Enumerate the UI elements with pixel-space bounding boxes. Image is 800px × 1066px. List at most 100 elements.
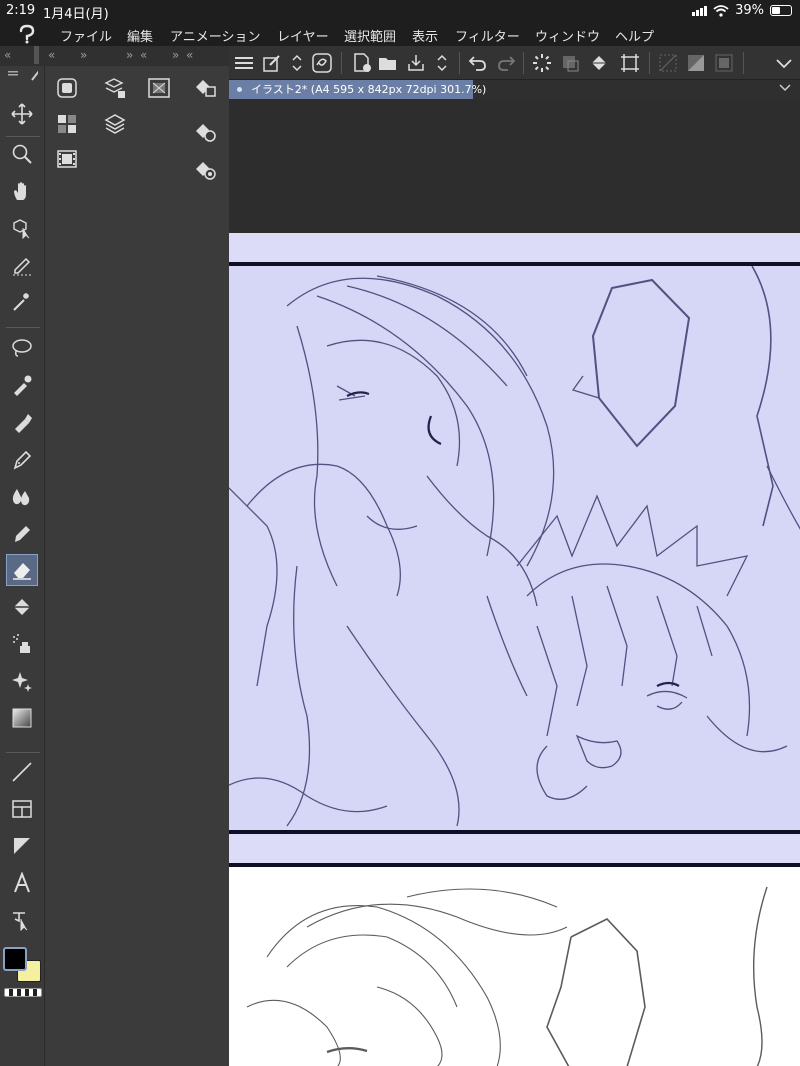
gradient-icon[interactable] [6, 702, 38, 734]
loading-spinner-icon[interactable] [531, 52, 553, 74]
sketch-artwork-lower [246, 886, 768, 1066]
new-file-icon[interactable] [351, 52, 373, 74]
chevron-updown-icon[interactable] [431, 52, 453, 74]
palette-header: « « » » « » « [0, 46, 229, 66]
layer-icon[interactable] [55, 76, 79, 100]
ruler-icon[interactable] [6, 830, 38, 862]
document-tab[interactable]: イラスト2* (A4 595 x 842px 72dpi 301.7%) [229, 80, 486, 99]
menu-window[interactable]: ウィンドウ [535, 26, 600, 45]
collapse-left-icon[interactable]: « [4, 48, 11, 62]
tool-palette-menu-icon[interactable] [6, 66, 38, 84]
eyedropper-icon[interactable] [6, 369, 38, 401]
battery-icon [770, 5, 792, 16]
edit-layer-icon[interactable] [261, 52, 283, 74]
tool-separator [6, 327, 40, 328]
app-logo-icon[interactable] [16, 23, 38, 45]
chevron-updown-icon[interactable] [286, 52, 308, 74]
sub-tool-palette [45, 66, 229, 1066]
layer-target-icon[interactable] [193, 158, 217, 182]
sketch-artwork [229, 266, 800, 827]
menu-bar: ファイル 編集 アニメーション レイヤー 選択範囲 表示 フィルター ウィンドウ… [0, 22, 800, 46]
expand-icon[interactable]: » [80, 48, 87, 62]
status-date: 1月4日(月) [43, 7, 109, 22]
tool-separator [6, 136, 40, 137]
hand-icon[interactable] [6, 175, 38, 207]
pen-icon[interactable] [6, 443, 38, 475]
layers-stack-icon[interactable] [103, 112, 127, 136]
transparent-color-swatch[interactable] [4, 988, 42, 997]
animation-film-icon[interactable] [55, 147, 79, 171]
toolbar-separator [341, 52, 342, 74]
expand-icon[interactable]: » [126, 48, 133, 62]
signal-icon [692, 5, 708, 16]
menu-help[interactable]: ヘルプ [615, 26, 654, 45]
tone-icon[interactable] [147, 76, 171, 100]
tool-separator [6, 752, 40, 753]
frame-border-icon[interactable] [6, 793, 38, 825]
unsaved-dot-icon [237, 87, 242, 92]
menu-edit[interactable]: 編集 [127, 26, 153, 45]
quick-access-icon[interactable] [311, 52, 333, 74]
invert-selection-icon[interactable] [685, 52, 707, 74]
undo-icon[interactable] [467, 52, 489, 74]
object-select-icon[interactable] [6, 212, 38, 244]
lasso-icon[interactable] [6, 332, 38, 364]
watercolor-icon[interactable] [6, 480, 38, 512]
menu-selection[interactable]: 選択範囲 [344, 26, 396, 45]
pencil-icon[interactable] [6, 517, 38, 549]
battery-percent: 39% [735, 3, 764, 18]
toolbar-separator [743, 52, 744, 74]
expand-icon[interactable]: » [172, 48, 179, 62]
decoration-icon[interactable] [6, 665, 38, 697]
magic-wand-icon[interactable] [6, 286, 38, 318]
zoom-icon[interactable] [6, 138, 38, 170]
menu-view[interactable]: 表示 [412, 26, 438, 45]
layer-clear-icon[interactable] [193, 76, 217, 100]
crop-icon[interactable] [619, 52, 641, 74]
chevron-down-icon[interactable] [773, 52, 795, 74]
text-icon[interactable] [6, 867, 38, 899]
manga-panel-top[interactable] [229, 262, 800, 834]
layer-property-icon[interactable] [103, 76, 127, 100]
collapse-icon[interactable]: « [140, 48, 147, 62]
menu-file[interactable]: ファイル [60, 26, 112, 45]
collapse-icon[interactable]: « [186, 48, 193, 62]
canvas-area[interactable] [229, 99, 800, 1066]
manga-panel-bottom[interactable] [229, 863, 800, 1066]
collapse-icon[interactable]: « [48, 48, 55, 62]
fill-bucket-icon[interactable] [589, 52, 611, 74]
status-right: 39% [692, 3, 792, 18]
color-set-icon[interactable] [55, 112, 79, 136]
tool-palette [0, 66, 45, 1066]
toolbar-separator [649, 52, 650, 74]
ios-status-bar: 2:19 1月4日(月) 39% [0, 0, 800, 22]
chevron-down-icon[interactable] [778, 82, 792, 94]
menu-layer[interactable]: レイヤー [277, 26, 329, 45]
layer-settings-icon[interactable] [193, 120, 217, 144]
redo-icon[interactable] [495, 52, 517, 74]
menu-filter[interactable]: フィルター [455, 26, 520, 45]
toolbar-separator [523, 52, 524, 74]
document-tab-row: イラスト2* (A4 595 x 842px 72dpi 301.7%) [229, 80, 800, 99]
line-icon[interactable] [6, 756, 38, 788]
toolbar-separator [459, 52, 460, 74]
save-icon[interactable] [405, 52, 427, 74]
document-tab-title: イラスト2* (A4 595 x 842px 72dpi 301.7%) [251, 83, 487, 96]
menu-hamburger-icon[interactable] [233, 52, 255, 74]
selection-pen-icon[interactable] [6, 249, 38, 281]
status-time: 2:19 [6, 3, 36, 18]
selection-border-icon[interactable] [713, 52, 735, 74]
marker-icon[interactable] [6, 406, 38, 438]
eraser-icon[interactable] [6, 554, 38, 586]
palette-grip-icon[interactable] [34, 46, 39, 64]
wifi-icon [713, 4, 729, 17]
move-icon[interactable] [6, 98, 38, 130]
menu-animation[interactable]: アニメーション [170, 26, 260, 45]
open-folder-icon[interactable] [377, 52, 399, 74]
main-color-swatch[interactable] [3, 947, 27, 971]
clear-selection-icon[interactable] [657, 52, 679, 74]
airbrush-icon[interactable] [6, 628, 38, 660]
transform-icon[interactable] [559, 52, 581, 74]
fill-icon[interactable] [6, 591, 38, 623]
balloon-tail-icon[interactable] [6, 904, 38, 936]
